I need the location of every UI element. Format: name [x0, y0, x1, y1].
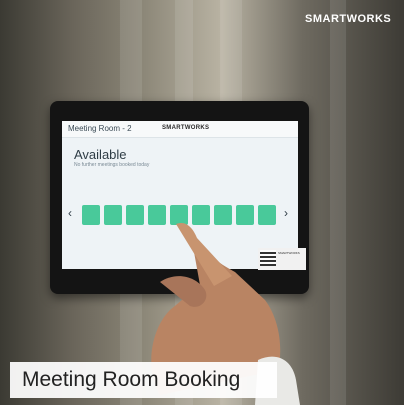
hand-pointing-illustration — [151, 222, 300, 405]
photo-scene: SMARTWORKS Meeting Room - 2 SMARTWORKS A… — [0, 0, 404, 405]
caption-text: Meeting Room Booking — [22, 368, 241, 391]
caption-box: Meeting Room Booking — [10, 362, 277, 398]
